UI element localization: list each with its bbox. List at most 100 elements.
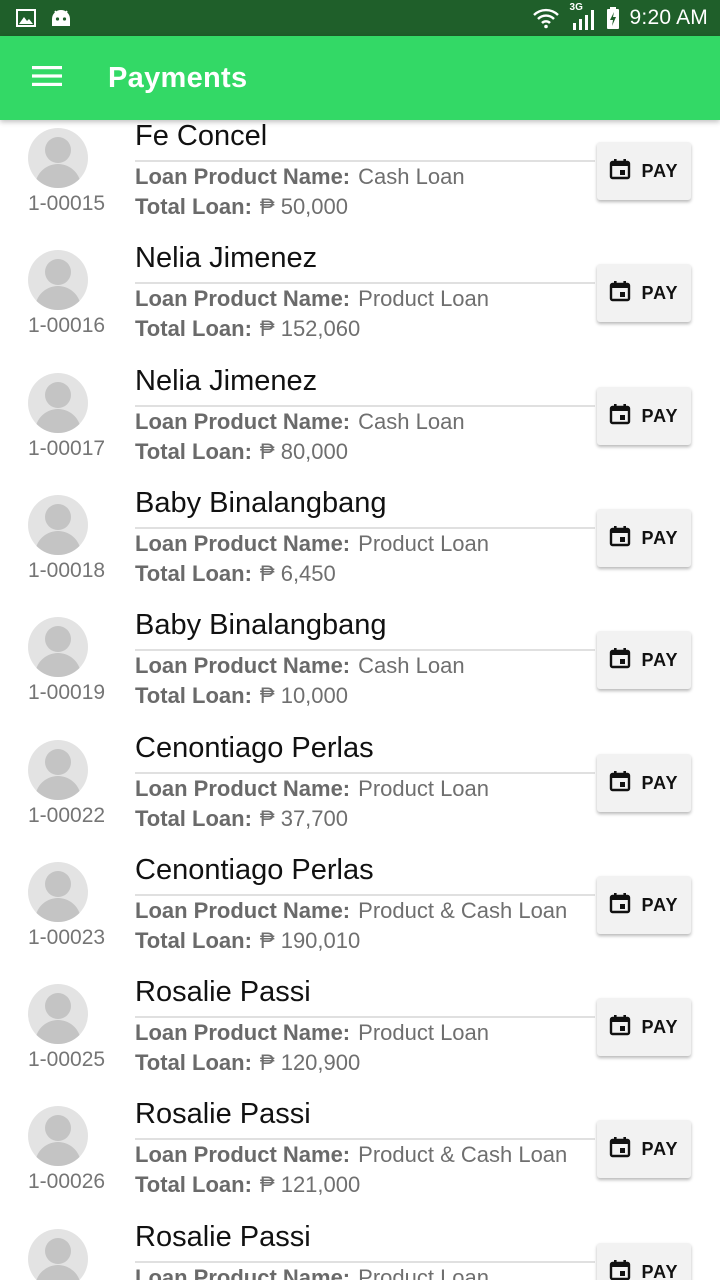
app-bar: Payments xyxy=(0,36,720,120)
account-number: 1-00025 xyxy=(28,1048,106,1071)
calendar-icon xyxy=(609,525,631,552)
hamburger-menu-icon xyxy=(32,65,62,92)
loan-list-item[interactable]: 1-00018 Baby Binalangbang Loan Product N… xyxy=(0,487,720,609)
calendar-icon xyxy=(609,770,631,797)
avatar xyxy=(28,1229,88,1280)
avatar-head xyxy=(45,749,71,775)
loan-product-label: Loan Product Name: xyxy=(135,653,351,678)
total-loan-label: Total Loan: xyxy=(135,928,252,953)
total-loan-value: ₱ 80,000 xyxy=(259,439,348,464)
avatar-body xyxy=(35,531,81,555)
pay-button[interactable]: PAY xyxy=(597,998,691,1056)
divider xyxy=(135,772,595,774)
total-loan-label: Total Loan: xyxy=(135,1050,252,1075)
loan-product-value: Product & Cash Loan xyxy=(358,1142,568,1167)
total-loan-value: ₱ 152,060 xyxy=(259,316,361,341)
total-loan-line: Total Loan: ₱ 152,060 xyxy=(135,316,360,342)
total-loan-line: Total Loan: ₱ 37,700 xyxy=(135,806,348,832)
divider xyxy=(135,649,595,651)
divider xyxy=(135,282,595,284)
loan-list-item[interactable]: 1-00023 Cenontiago Perlas Loan Product N… xyxy=(0,854,720,976)
loan-list-item[interactable]: 1-00025 Rosalie Passi Loan Product Name:… xyxy=(0,976,720,1098)
avatar xyxy=(28,1106,88,1166)
loan-product-value: Cash Loan xyxy=(358,409,465,434)
total-loan-label: Total Loan: xyxy=(135,806,252,831)
loan-product-value: Cash Loan xyxy=(358,164,465,189)
pay-button[interactable]: PAY xyxy=(597,754,691,812)
calendar-icon xyxy=(609,158,631,185)
loan-product-line: Loan Product Name: Product Loan xyxy=(135,531,489,557)
avatar xyxy=(28,495,88,555)
divider xyxy=(135,1261,595,1263)
total-loan-line: Total Loan: ₱ 10,000 xyxy=(135,683,348,709)
gallery-icon xyxy=(16,9,36,27)
status-bar: 3G 9:20 AM xyxy=(0,0,720,36)
calendar-icon xyxy=(609,1014,631,1041)
total-loan-line: Total Loan: ₱ 50,000 xyxy=(135,194,348,220)
loan-list-item[interactable]: 1-00019 Baby Binalangbang Loan Product N… xyxy=(0,609,720,731)
page-title: Payments xyxy=(108,61,248,94)
loan-product-value: Product Loan xyxy=(358,776,490,801)
total-loan-label: Total Loan: xyxy=(135,1172,252,1197)
loan-product-line: Loan Product Name: Product Loan xyxy=(135,286,489,312)
pay-button[interactable]: PAY xyxy=(597,1243,691,1280)
avatar-head xyxy=(45,1115,71,1141)
pay-button-label: PAY xyxy=(641,160,679,181)
loan-list-item[interactable]: 1-00026 Rosalie Passi Loan Product Name:… xyxy=(0,1098,720,1220)
loan-product-label: Loan Product Name: xyxy=(135,1020,351,1045)
pay-button[interactable]: PAY xyxy=(597,264,691,322)
account-number: 1-00018 xyxy=(28,559,106,582)
account-number: 1-00017 xyxy=(28,437,106,460)
avatar-head xyxy=(45,382,71,408)
account-number: 1-00015 xyxy=(28,192,106,215)
divider xyxy=(135,1138,595,1140)
payments-list[interactable]: 1-00015 Fe Concel Loan Product Name: Cash… xyxy=(0,120,720,1280)
loan-product-value: Product Loan xyxy=(358,531,490,556)
total-loan-value: ₱ 10,000 xyxy=(259,683,348,708)
loan-list-item[interactable]: 1-00022 Cenontiago Perlas Loan Product N… xyxy=(0,732,720,854)
calendar-icon xyxy=(609,403,631,430)
pay-button[interactable]: PAY xyxy=(597,142,691,200)
menu-button[interactable] xyxy=(0,36,96,120)
borrower-name: Cenontiago Perlas xyxy=(135,854,374,886)
avatar-body xyxy=(35,1142,81,1166)
loan-list-item[interactable]: 1-00015 Fe Concel Loan Product Name: Cash… xyxy=(0,120,720,242)
total-loan-value: ₱ 37,700 xyxy=(259,806,348,831)
avatar xyxy=(28,740,88,800)
avatar-head xyxy=(45,626,71,652)
total-loan-value: ₱ 50,000 xyxy=(259,194,348,219)
avatar-body xyxy=(35,653,81,677)
avatar-body xyxy=(35,1265,81,1280)
loan-product-label: Loan Product Name: xyxy=(135,164,351,189)
loan-product-label: Loan Product Name: xyxy=(135,1265,351,1280)
pay-button[interactable]: PAY xyxy=(597,387,691,445)
loan-list-item[interactable]: Rosalie Passi Loan Product Name: Product … xyxy=(0,1221,720,1280)
loan-product-line: Loan Product Name: Product & Cash Loan xyxy=(135,1142,567,1168)
loan-product-value: Product & Cash Loan xyxy=(358,898,568,923)
calendar-icon xyxy=(609,892,631,919)
network-type-label: 3G xyxy=(569,2,583,13)
loan-list-item[interactable]: 1-00017 Nelia Jimenez Loan Product Name:… xyxy=(0,365,720,487)
pay-button[interactable]: PAY xyxy=(597,509,691,567)
pay-button[interactable]: PAY xyxy=(597,631,691,689)
calendar-icon xyxy=(609,1136,631,1163)
avatar-head xyxy=(45,871,71,897)
borrower-name: Nelia Jimenez xyxy=(135,365,318,397)
borrower-name: Cenontiago Perlas xyxy=(135,732,374,764)
avatar-body xyxy=(35,776,81,800)
borrower-name: Baby Binalangbang xyxy=(135,487,387,519)
avatar-head xyxy=(45,259,71,285)
loan-product-line: Loan Product Name: Product Loan xyxy=(135,1020,489,1046)
pay-button[interactable]: PAY xyxy=(597,876,691,934)
loan-product-line: Loan Product Name: Product Loan xyxy=(135,776,489,802)
borrower-name: Baby Binalangbang xyxy=(135,609,387,641)
loan-product-label: Loan Product Name: xyxy=(135,286,351,311)
pay-button[interactable]: PAY xyxy=(597,1120,691,1178)
calendar-icon xyxy=(609,280,631,307)
total-loan-line: Total Loan: ₱ 190,010 xyxy=(135,928,360,954)
loan-list-item[interactable]: 1-00016 Nelia Jimenez Loan Product Name:… xyxy=(0,242,720,364)
total-loan-label: Total Loan: xyxy=(135,439,252,464)
total-loan-value: ₱ 121,000 xyxy=(259,1172,361,1197)
account-number: 1-00019 xyxy=(28,681,106,704)
pay-button-label: PAY xyxy=(641,405,679,426)
